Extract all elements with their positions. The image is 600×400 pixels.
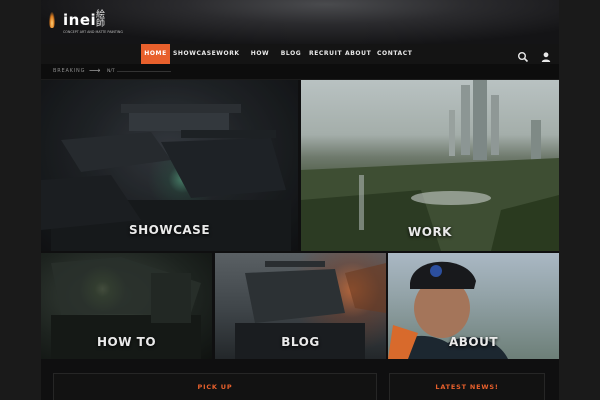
nav-item-showcase[interactable]: SHOWCASE [173, 44, 216, 64]
nav-item-howto[interactable]: HOW TO [246, 44, 274, 77]
latest-news-title: LATEST NEWS! [435, 383, 499, 391]
breaking-ticker-line [117, 71, 171, 72]
breaking-news-bar: BREAKING ⟶ N/T [41, 64, 559, 80]
site-logo[interactable]: inei 絵師 CONCEPT ART AND MATTE PAINTING [43, 4, 123, 42]
arrow-right-icon: ⟶ [89, 66, 101, 75]
breaking-ticker-text[interactable]: N/T [107, 64, 115, 79]
tile-showcase[interactable]: SHOWCASE [41, 80, 298, 251]
tile-label-howto: HOW TO [96, 335, 157, 349]
user-icon[interactable] [540, 48, 552, 62]
breaking-label: BREAKING [53, 68, 86, 74]
tile-label-showcase: SHOWCASE [128, 223, 211, 237]
tile-work[interactable]: WORK [301, 80, 559, 251]
tile-label-work: WORK [408, 225, 452, 239]
nav-item-contact[interactable]: CONTACT [377, 44, 412, 64]
logo-tagline: CONCEPT ART AND MATTE PAINTING [63, 30, 123, 34]
tile-label-blog: BLOG [281, 335, 320, 349]
tile-blog[interactable]: BLOG [215, 253, 386, 359]
tile-about[interactable]: ABOUT [388, 253, 559, 359]
bottom-section: PICK UP LATEST NEWS! [41, 361, 559, 400]
nav-item-home[interactable]: HOME [141, 44, 170, 64]
flame-icon [49, 12, 55, 28]
nav-item-about[interactable]: ABOUT [345, 44, 371, 64]
site-header: inei 絵師 CONCEPT ART AND MATTE PAINTING [41, 0, 559, 44]
nav-item-recruit[interactable]: RECRUIT [309, 44, 342, 64]
pickup-title: PICK UP [197, 383, 233, 391]
search-icon[interactable] [517, 48, 529, 63]
logo-kanji: 絵師 [96, 10, 106, 29]
page: inei 絵師 CONCEPT ART AND MATTE PAINTING H… [41, 0, 559, 400]
main-nav: HOME SHOWCASE WORK HOW TO BLOG RECRUIT A… [41, 44, 559, 77]
nav-item-work[interactable]: WORK [216, 44, 240, 64]
latest-news-panel: LATEST NEWS! [389, 373, 545, 400]
pickup-panel: PICK UP [53, 373, 377, 400]
logo-text: inei [63, 11, 97, 29]
tile-label-about: ABOUT [448, 335, 499, 349]
tile-howto[interactable]: HOW TO [41, 253, 212, 359]
nav-item-blog[interactable]: BLOG [280, 44, 302, 64]
